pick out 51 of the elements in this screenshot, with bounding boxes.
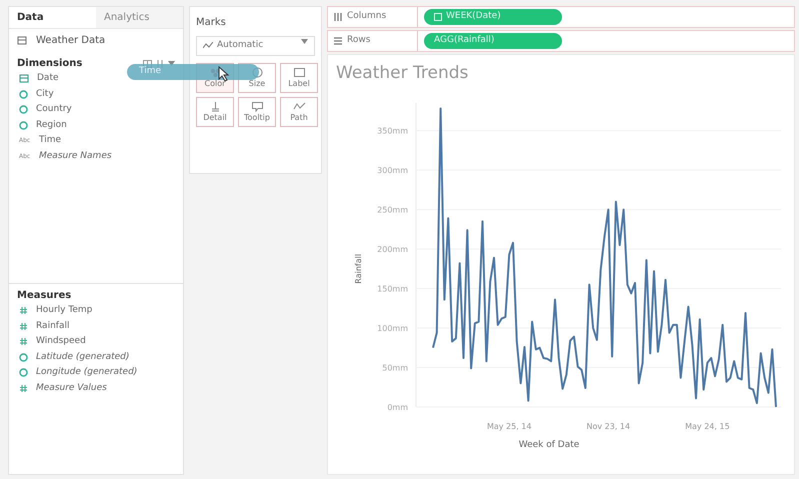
y-tick-label: 350mm: [377, 126, 408, 136]
field-name[interactable]: Latitude (generated): [36, 350, 130, 364]
panel-title: Marks: [196, 16, 227, 30]
tooltip-icon: [250, 100, 264, 112]
y-tick-label: 50mm: [382, 363, 408, 372]
mark-card-button[interactable]: Tooltip: [238, 96, 276, 126]
mark-card-button[interactable]: Label: [280, 62, 318, 92]
chart-title: Weather Trends: [336, 62, 470, 85]
field-name[interactable]: Country: [36, 103, 72, 116]
y-tick-label: 300mm: [377, 166, 408, 175]
section-header: Measures: [17, 290, 72, 301]
field-name[interactable]: Measure Names: [39, 150, 112, 163]
y-tick-label: 250mm: [377, 205, 408, 214]
hash-icon: [19, 337, 28, 346]
field-name[interactable]: Windspeed: [36, 335, 86, 348]
hash-icon: [19, 306, 28, 316]
pane-tab[interactable]: Analytics: [96, 7, 183, 28]
label-icon: [292, 66, 306, 78]
shelf-label: Columns: [328, 7, 418, 27]
calendar-icon: [19, 74, 29, 84]
shelf-label: Rows: [328, 31, 418, 51]
calendar-icon: [434, 13, 442, 21]
hash-icon: [19, 384, 28, 393]
field-name[interactable]: Date: [37, 72, 59, 86]
section-header: Dimensions: [17, 57, 82, 71]
field-name[interactable]: Hourly Temp: [36, 304, 92, 318]
mark-type-dropdown[interactable]: Automatic: [196, 36, 315, 56]
caret-icon: [301, 39, 308, 44]
field-name[interactable]: Region: [36, 118, 67, 132]
x-tick-label: May 25, 14: [486, 422, 532, 430]
y-tick-label: 200mm: [377, 244, 408, 254]
hash-icon: [19, 322, 28, 331]
columns-icon: [334, 13, 342, 21]
y-tick-label: 0mm: [387, 402, 408, 412]
line-icon: [203, 42, 213, 50]
rows-icon: [334, 37, 342, 45]
mark-card-button[interactable]: Detail: [196, 96, 234, 126]
path-icon: [292, 100, 306, 112]
x-tick-label: May 24, 15: [685, 422, 730, 430]
x-tick-label: Nov 23, 14: [586, 422, 630, 430]
field-name[interactable]: Measure Values: [36, 382, 107, 395]
data-source-name: Weather Data: [36, 34, 106, 48]
field-name[interactable]: Longitude (generated): [36, 366, 138, 380]
mark-card-button[interactable]: Path: [280, 96, 318, 126]
y-tick-label: 150mm: [377, 284, 408, 294]
x-axis-title: Week of Date: [518, 440, 580, 450]
y-axis-title: Rainfall: [354, 253, 363, 284]
y-tick-label: 100mm: [377, 324, 408, 333]
field-name[interactable]: Time: [39, 134, 62, 148]
field-name[interactable]: City: [36, 88, 54, 101]
field-name[interactable]: Rainfall: [36, 320, 70, 333]
